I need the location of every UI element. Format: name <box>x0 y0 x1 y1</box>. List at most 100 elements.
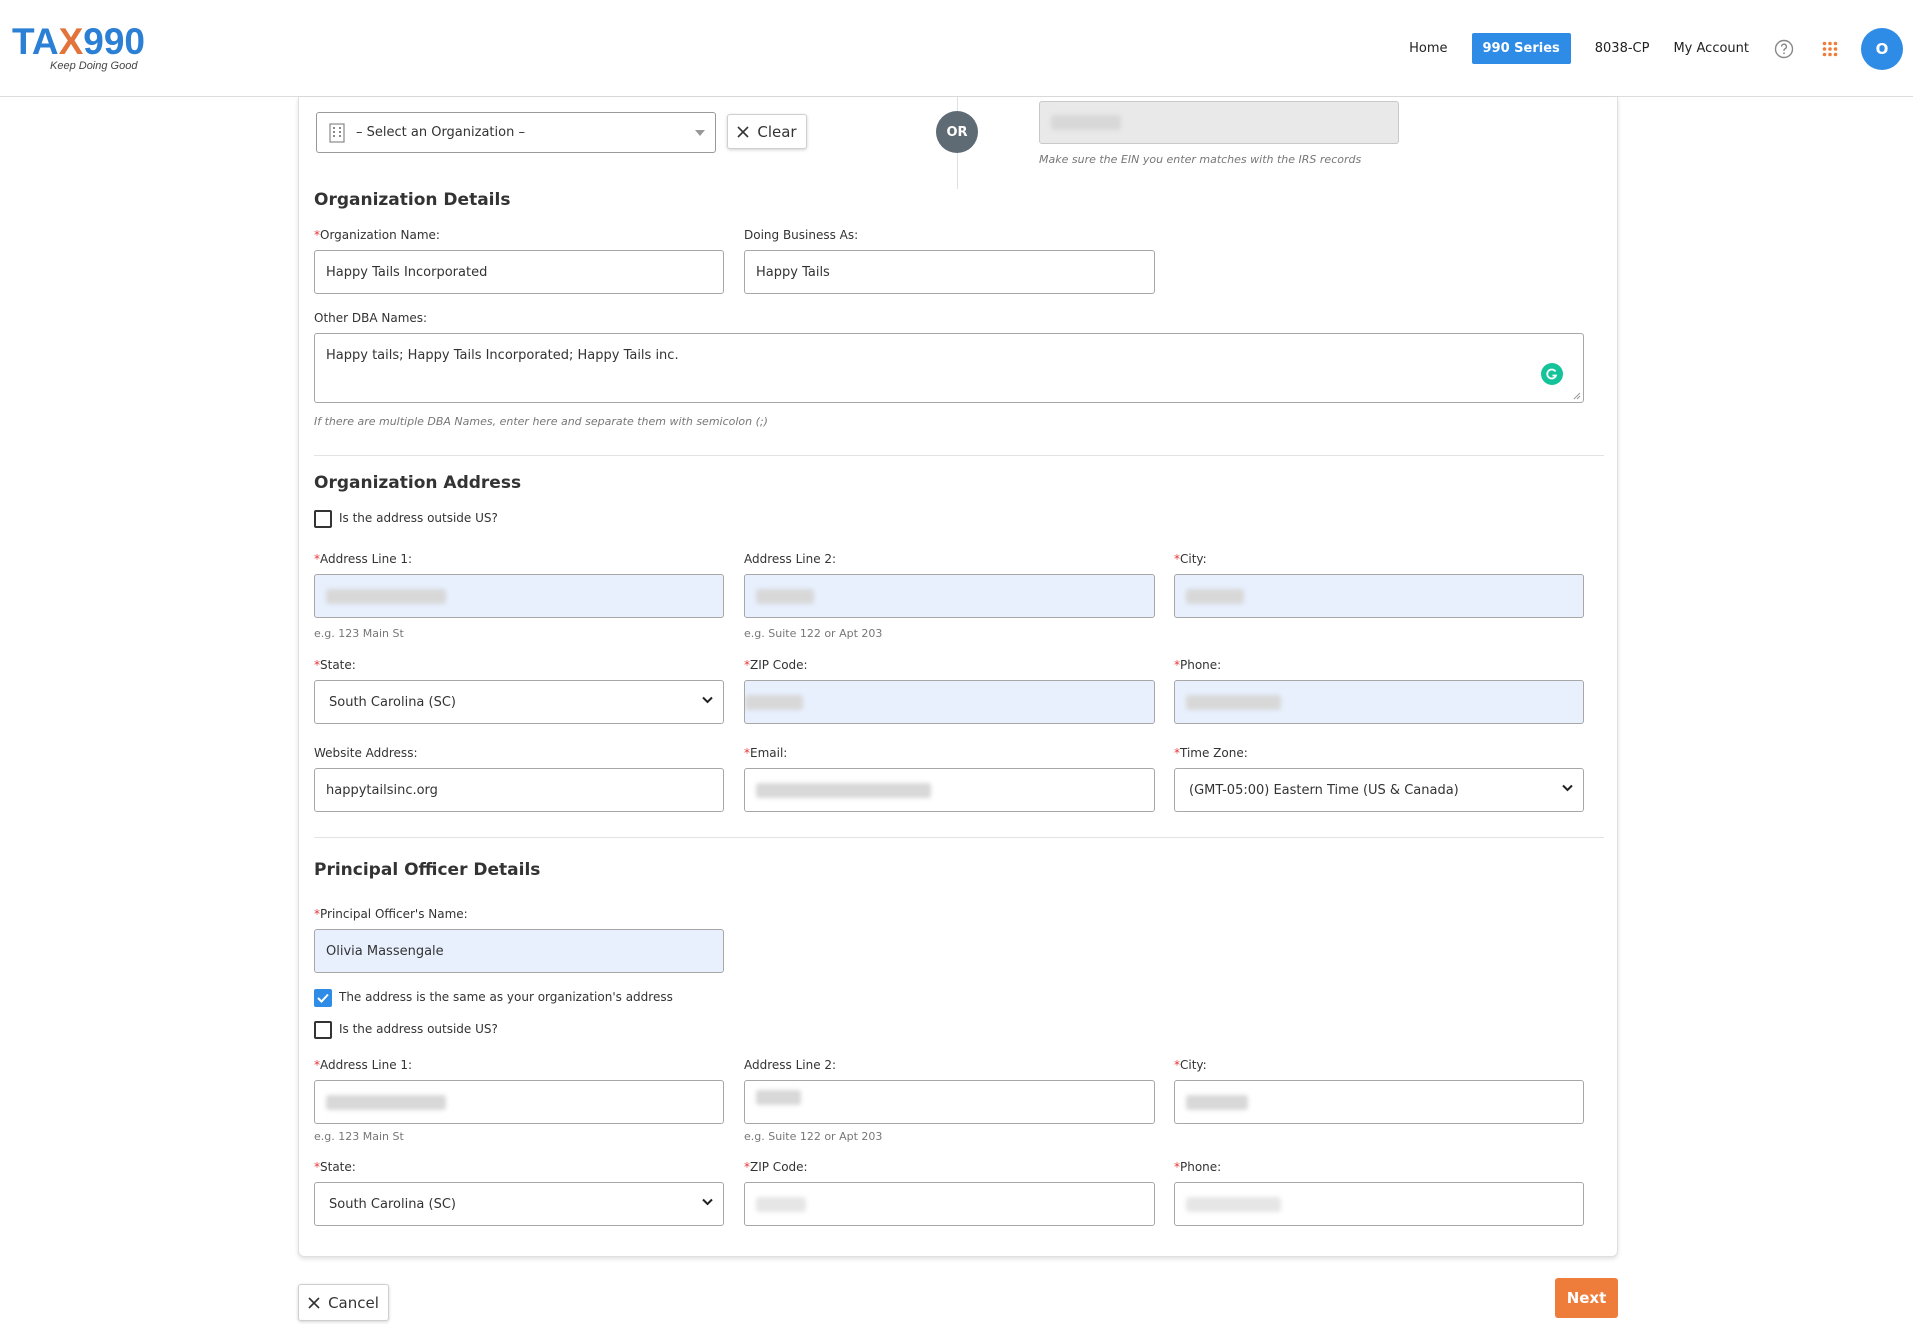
help-icon[interactable] <box>1773 38 1795 60</box>
grammarly-icon[interactable] <box>1541 363 1563 385</box>
officer-address-line1-redacted <box>326 1094 446 1110</box>
principal-officer-title: Principal Officer Details <box>314 860 541 880</box>
next-button[interactable]: Next <box>1555 1278 1618 1318</box>
principal-officer-name-input[interactable]: Olivia Massengale <box>314 929 724 973</box>
org-state-select[interactable]: South Carolina (SC) <box>314 680 724 724</box>
org-phone-redacted <box>1186 694 1281 710</box>
officer-zip-label: *ZIP Code: <box>744 1160 808 1174</box>
officer-phone-redacted <box>1186 1196 1281 1212</box>
checkmark-icon <box>317 993 329 1003</box>
ein-value-redacted <box>1051 115 1121 130</box>
logo-text-ta: TA <box>12 21 59 62</box>
logo-text-990: 990 <box>83 21 145 62</box>
officer-state-select[interactable]: South Carolina (SC) <box>314 1182 724 1226</box>
org-city-label: *City: <box>1174 552 1207 566</box>
organization-details-title: Organization Details <box>314 190 511 210</box>
logo-tagline: Keep Doing Good <box>50 60 138 72</box>
officer-zip-input[interactable] <box>744 1182 1155 1226</box>
org-zip-label: *ZIP Code: <box>744 658 808 672</box>
organization-select[interactable]: – Select an Organization – <box>316 112 716 153</box>
cancel-button[interactable]: Cancel <box>298 1284 389 1321</box>
section-divider <box>314 455 1604 456</box>
org-address-line2-redacted <box>756 588 814 604</box>
org-zip-input[interactable] <box>744 680 1155 724</box>
nav-my-account[interactable]: My Account <box>1673 41 1749 56</box>
officer-address-line1-input[interactable] <box>314 1080 724 1124</box>
officer-address-line2-input[interactable] <box>744 1080 1155 1124</box>
officer-phone-input[interactable] <box>1174 1182 1584 1226</box>
logo-text-x: X <box>58 21 84 62</box>
org-zip-redacted <box>745 694 803 710</box>
chevron-down-icon <box>1562 784 1573 792</box>
resize-handle-icon[interactable] <box>1573 392 1581 400</box>
clear-button[interactable]: Clear <box>727 114 807 149</box>
organization-form-card: – Select an Organization – Clear OR Make… <box>298 97 1618 1257</box>
nav-990-series[interactable]: 990 Series <box>1471 33 1571 64</box>
org-state-label: *State: <box>314 658 356 672</box>
section-divider <box>314 837 1604 838</box>
org-address-line2-input[interactable] <box>744 574 1155 618</box>
tax990-logo[interactable]: TAX990 Keep Doing Good <box>12 21 145 73</box>
email-input[interactable] <box>744 768 1155 812</box>
caret-down-icon <box>695 130 705 136</box>
officer-city-input[interactable] <box>1174 1080 1584 1124</box>
officer-address-line1-hint: e.g. 123 Main St <box>314 1130 404 1143</box>
officer-outside-us-checkbox[interactable] <box>314 1021 332 1039</box>
org-phone-input[interactable] <box>1174 680 1584 724</box>
org-city-input[interactable] <box>1174 574 1584 618</box>
org-outside-us-label: Is the address outside US? <box>339 511 498 525</box>
doing-business-as-value: Happy Tails <box>756 264 830 280</box>
nav-home[interactable]: Home <box>1409 41 1447 56</box>
org-address-line2-label: Address Line 2: <box>744 552 837 566</box>
main-nav: Home 990 Series 8038-CP My Account O <box>1397 0 1913 97</box>
org-state-value: South Carolina (SC) <box>329 694 457 710</box>
officer-address-line2-label: Address Line 2: <box>744 1058 837 1072</box>
same-address-checkbox[interactable] <box>314 989 332 1007</box>
other-dba-names-value: Happy tails; Happy Tails Incorporated; H… <box>326 348 679 363</box>
time-zone-value: (GMT-05:00) Eastern Time (US & Canada) <box>1189 782 1459 798</box>
close-icon <box>308 1296 320 1309</box>
website-address-value: happytailsinc.org <box>326 782 438 798</box>
officer-city-redacted <box>1186 1094 1248 1110</box>
time-zone-select[interactable]: (GMT-05:00) Eastern Time (US & Canada) <box>1174 768 1584 812</box>
building-icon <box>329 122 345 143</box>
organization-name-input[interactable]: Happy Tails Incorporated <box>314 250 724 294</box>
organization-address-title: Organization Address <box>314 473 522 493</box>
top-navigation-bar: TAX990 Keep Doing Good Home 990 Series 8… <box>0 0 1913 97</box>
doing-business-as-label: Doing Business As: <box>744 228 859 242</box>
user-avatar[interactable]: O <box>1861 27 1903 70</box>
close-icon <box>737 125 749 138</box>
other-dba-names-label: Other DBA Names: <box>314 311 428 325</box>
organization-name-value: Happy Tails Incorporated <box>326 264 488 280</box>
officer-address-line2-hint: e.g. Suite 122 or Apt 203 <box>744 1130 883 1143</box>
officer-outside-us-label: Is the address outside US? <box>339 1022 498 1036</box>
org-address-line1-hint: e.g. 123 Main St <box>314 627 404 640</box>
org-outside-us-checkbox[interactable] <box>314 510 332 528</box>
principal-officer-name-value: Olivia Massengale <box>326 943 444 959</box>
org-address-line1-label: *Address Line 1: <box>314 552 413 566</box>
officer-state-value: South Carolina (SC) <box>329 1196 457 1212</box>
org-address-line2-hint: e.g. Suite 122 or Apt 203 <box>744 627 883 640</box>
time-zone-label: *Time Zone: <box>1174 746 1248 760</box>
org-address-line1-redacted <box>326 588 446 604</box>
organization-name-label: *Organization Name: <box>314 228 440 242</box>
officer-address-line2-redacted <box>756 1089 801 1105</box>
doing-business-as-input[interactable]: Happy Tails <box>744 250 1155 294</box>
ein-input[interactable] <box>1039 101 1399 144</box>
org-address-line1-input[interactable] <box>314 574 724 618</box>
website-address-input[interactable]: happytailsinc.org <box>314 768 724 812</box>
email-label: *Email: <box>744 746 788 760</box>
apps-grid-icon[interactable] <box>1819 38 1841 60</box>
cancel-button-label: Cancel <box>328 1293 379 1312</box>
principal-officer-name-label: *Principal Officer's Name: <box>314 907 468 921</box>
officer-state-label: *State: <box>314 1160 356 1174</box>
other-dba-names-textarea[interactable]: Happy tails; Happy Tails Incorporated; H… <box>314 333 1584 403</box>
clear-button-label: Clear <box>757 122 797 141</box>
nav-8038-cp[interactable]: 8038-CP <box>1595 41 1650 56</box>
org-phone-label: *Phone: <box>1174 658 1222 672</box>
officer-city-label: *City: <box>1174 1058 1207 1072</box>
org-city-redacted <box>1186 588 1244 604</box>
officer-zip-redacted <box>756 1196 806 1212</box>
officer-phone-label: *Phone: <box>1174 1160 1222 1174</box>
or-separator: OR <box>936 111 978 153</box>
